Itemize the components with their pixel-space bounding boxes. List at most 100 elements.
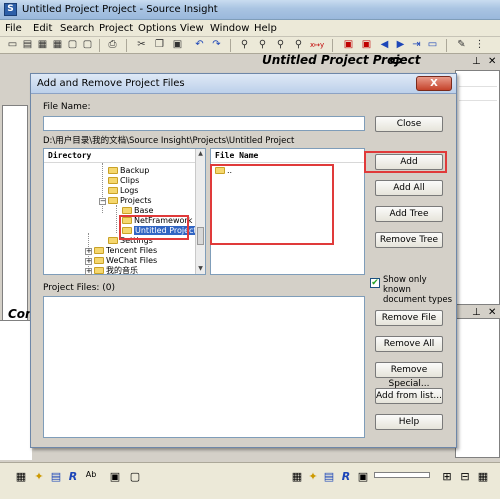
remove-file-button[interactable]: Remove File (375, 310, 443, 326)
menu-options[interactable]: Options (138, 23, 177, 34)
tree-item-logs[interactable]: Logs (108, 186, 138, 196)
close-panel-icon[interactable]: ▢ (128, 470, 142, 483)
new-item-icon-right[interactable]: ✦ (306, 470, 320, 483)
project-pane-icon (390, 57, 402, 64)
remove-tree-button[interactable]: Remove Tree (375, 232, 443, 248)
new-item-icon[interactable]: ✦ (32, 470, 46, 483)
relation-close-icon[interactable]: ✕ (488, 307, 496, 318)
app-icon: S (4, 3, 17, 16)
remove-all-button[interactable]: Remove All (375, 336, 443, 352)
zoom-slider[interactable] (374, 472, 430, 478)
pin-icon-right[interactable]: ▣ (356, 470, 370, 483)
forward-arrow-icon[interactable]: ▶ (394, 39, 407, 51)
lock-icon-right[interactable]: ▦ (290, 470, 304, 483)
zoom-out-icon[interactable]: ⊟ (458, 470, 472, 483)
scroll-down-icon[interactable]: ▼ (196, 264, 205, 273)
main-toolbar: ▭ ▤ ▦ ▦ ▢ ▢ ⎙ ✂ ❐ ▣ ↶ ↷ ⚲ ⚲ ⚲ ⚲ x↦y ▣ ▣ … (0, 37, 500, 54)
expand-music-icon[interactable]: + (85, 268, 92, 275)
toolbar-separator (99, 39, 100, 52)
redo-icon[interactable]: ↷ (210, 39, 223, 51)
directory-tree[interactable]: Directory Backup Clips Logs − Projects B… (43, 148, 206, 275)
search-project-icon[interactable]: ⚲ (292, 39, 305, 51)
folder-icon (108, 197, 118, 204)
window-titlebar: S Untitled Project Project - Source Insi… (0, 0, 500, 20)
back-arrow-icon[interactable]: ◀ (378, 39, 391, 51)
save-all-icon[interactable]: ▦ (51, 39, 64, 51)
window-icon[interactable]: ▭ (426, 39, 439, 51)
project-file-list[interactable] (455, 70, 500, 305)
highlight-add-button (364, 151, 447, 173)
tree-item-projects[interactable]: Projects (108, 196, 152, 206)
menu-search[interactable]: Search (60, 23, 94, 34)
folder-icon (108, 237, 118, 244)
menu-edit[interactable]: Edit (33, 23, 52, 34)
close-all-icon[interactable]: ▢ (81, 39, 94, 51)
pin-icon[interactable]: ▣ (108, 470, 122, 483)
tree-item-backup[interactable]: Backup (108, 166, 149, 176)
book-icon[interactable]: ▤ (49, 470, 63, 483)
scroll-thumb[interactable] (197, 227, 204, 245)
directory-header: Directory (44, 149, 205, 163)
remove-special-button[interactable]: Remove Special... (375, 362, 443, 389)
save-icon[interactable]: ▦ (36, 39, 49, 51)
toolbar-separator (126, 39, 127, 52)
directory-scrollbar[interactable]: ▲ ▼ (195, 149, 205, 274)
context-pane (0, 320, 32, 460)
pane-pin-icon[interactable]: ⊥ (472, 56, 481, 67)
font-icon[interactable]: Ab (84, 470, 98, 479)
search-backward-icon[interactable]: ⚲ (256, 39, 269, 51)
bookmark-icon[interactable]: ▣ (342, 39, 355, 51)
show-known-types-checkbox[interactable]: ✔ (370, 278, 380, 288)
zoom-in-icon[interactable]: ⊞ (440, 470, 454, 483)
expand-tencent-icon[interactable]: + (85, 248, 92, 255)
scroll-up-icon[interactable]: ▲ (196, 149, 205, 158)
menu-project[interactable]: Project (99, 23, 133, 34)
undo-icon[interactable]: ↶ (193, 39, 206, 51)
pane-close-icon[interactable]: ✕ (488, 56, 496, 67)
dialog-close-button[interactable]: X (416, 76, 452, 91)
folder-icon (122, 207, 132, 214)
project-files-list[interactable] (43, 296, 365, 438)
close-button[interactable]: Close (375, 116, 443, 132)
new-file-icon[interactable]: ▭ (6, 39, 19, 51)
tree-item-clips[interactable]: Clips (108, 176, 139, 186)
add-all-button[interactable]: Add All (375, 180, 443, 196)
relation-pin-icon[interactable]: ⊥ (472, 307, 481, 318)
jump-icon[interactable]: ▣ (360, 39, 373, 51)
r-icon-right[interactable]: R (339, 470, 353, 483)
menu-view[interactable]: View (180, 23, 204, 34)
menu-file[interactable]: File (5, 23, 22, 34)
copy-icon[interactable]: ❐ (153, 39, 166, 51)
close-file-icon[interactable]: ▢ (66, 39, 79, 51)
open-icon[interactable]: ▤ (21, 39, 34, 51)
highlight-untitled-project (119, 215, 189, 240)
more-icon[interactable]: ⋮ (473, 39, 486, 51)
go-to-icon[interactable]: ⇥ (410, 39, 423, 51)
add-remove-files-dialog: Add and Remove Project Files X File Name… (30, 73, 457, 448)
replace-icon[interactable]: x↦y (310, 39, 324, 51)
help-button[interactable]: Help (375, 414, 443, 430)
print-icon[interactable]: ⎙ (106, 39, 119, 51)
paste-icon[interactable]: ▣ (171, 39, 184, 51)
add-from-list-button[interactable]: Add from list... (375, 388, 443, 404)
current-path: D:\用户目录\我的文档\Source Insight\Projects\Unt… (43, 136, 295, 146)
collapse-projects-icon[interactable]: − (99, 198, 106, 205)
search-icon[interactable]: ⚲ (238, 39, 251, 51)
add-tree-button[interactable]: Add Tree (375, 206, 443, 222)
search-forward-icon[interactable]: ⚲ (274, 39, 287, 51)
grid-icon[interactable]: ▦ (476, 470, 490, 483)
r-icon[interactable]: R (66, 470, 80, 483)
file-name-header: File Name (211, 149, 364, 163)
file-name-input[interactable] (43, 116, 365, 131)
cut-icon[interactable]: ✂ (135, 39, 148, 51)
tree-item-my-music[interactable]: 我的音乐 (94, 266, 138, 276)
expand-wechat-icon[interactable]: + (85, 258, 92, 265)
menu-window[interactable]: Window (210, 23, 249, 34)
pencil-icon[interactable]: ✎ (455, 39, 468, 51)
tree-item-wechat-files[interactable]: WeChat Files (94, 256, 157, 266)
show-known-types-label[interactable]: Show only known document types (383, 275, 455, 305)
tree-item-tencent-files[interactable]: Tencent Files (94, 246, 157, 256)
menu-help[interactable]: Help (254, 23, 277, 34)
book-icon-right[interactable]: ▤ (322, 470, 336, 483)
lock-icon[interactable]: ▦ (14, 470, 28, 483)
